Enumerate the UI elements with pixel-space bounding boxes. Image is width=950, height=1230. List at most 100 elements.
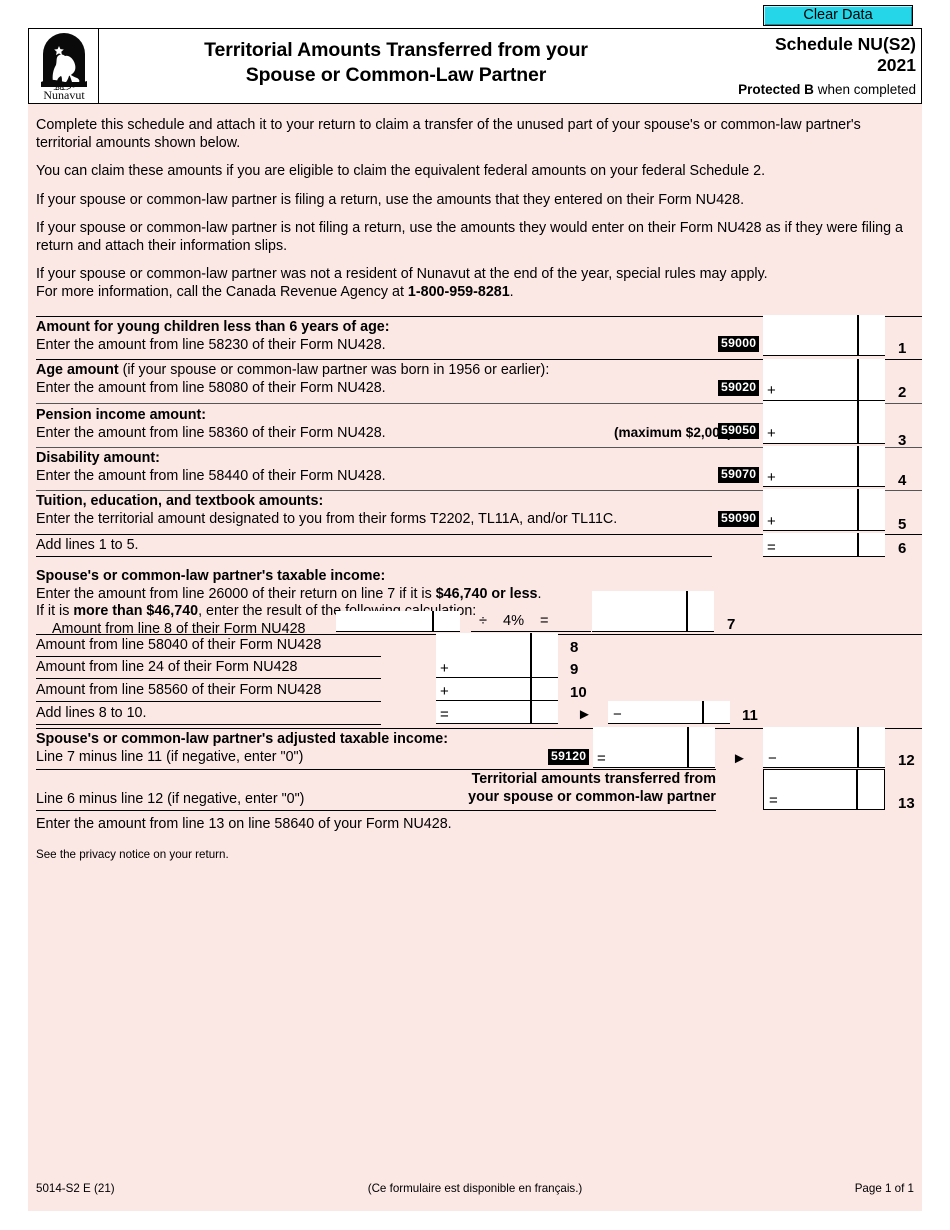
line-code-59090: 59090 [718, 511, 760, 527]
line-11-carry-arrow-icon: ► [577, 706, 592, 723]
line-11-carry-field[interactable] [608, 701, 730, 724]
line-5-amount-field[interactable] [763, 489, 885, 531]
line-3-amount-field[interactable] [763, 401, 885, 444]
line-2-amount-field[interactable] [763, 359, 885, 401]
line-12-amount-field[interactable] [593, 727, 715, 768]
clear-data-button[interactable]: Clear Data [763, 5, 913, 26]
line-4-amount-field[interactable] [763, 446, 885, 487]
line-1-number: 1 [898, 340, 907, 357]
intro-5-line2: For more information, call the Canada Re… [36, 283, 408, 300]
line-8-amount-field[interactable] [436, 633, 558, 656]
line-7-text-b-start: If it is [36, 603, 74, 619]
line-3-maximum-note: (maximum $2,000) [614, 425, 732, 440]
line-2-operator: + [767, 382, 776, 399]
schedule-info: Schedule NU(S2) 2021 Protected B when co… [693, 29, 921, 103]
line-5-number: 5 [898, 516, 907, 533]
line-7-rate: 4% [503, 613, 525, 629]
line-12-carry-field[interactable] [763, 727, 885, 768]
line-7-heading: Spouse's or common-law partner's taxable… [36, 568, 386, 584]
line-6-amount-field[interactable] [763, 533, 885, 557]
line-2-heading-bold: Age amount [36, 362, 119, 378]
form-line-7: Spouse's or common-law partner's taxable… [36, 560, 922, 637]
intro-paragraph-5: If your spouse or common-law partner was… [36, 266, 912, 301]
form-body: Amount for young children less than 6 ye… [28, 315, 922, 862]
privacy-notice: See the privacy notice on your return. [36, 847, 229, 861]
cents-divider [432, 611, 434, 631]
form-title-line-1: Territorial Amounts Transferred from you… [204, 39, 588, 61]
form-line-4: Disability amount: Enter the amount from… [36, 446, 922, 490]
line-7-text-a: Enter the amount from line 26000 of thei… [36, 586, 922, 604]
nunavut-crest-icon: ᓄᓇᕗᑦ Nunavut [41, 33, 87, 100]
line-10-operator: + [440, 683, 449, 700]
nunavut-logo: ᓄᓇᕗᑦ Nunavut [29, 29, 99, 103]
line-3-number: 3 [898, 432, 907, 449]
cents-divider [687, 727, 689, 767]
form-line-9: Amount from line 24 of their Form NU428 … [36, 655, 922, 680]
line-5-operator: + [767, 513, 776, 530]
cents-divider [857, 359, 859, 400]
form-line-13: Territorial amounts transferred from you… [36, 769, 922, 812]
line-7-text-a-end: . [537, 585, 542, 602]
form-line-1: Amount for young children less than 6 ye… [36, 315, 922, 359]
line-8-number: 8 [570, 639, 579, 656]
line-code-59120: 59120 [548, 749, 590, 765]
line-7-result-field[interactable] [592, 591, 714, 632]
cents-divider [530, 678, 532, 700]
line-10-amount-field[interactable] [436, 678, 558, 701]
form-line-6: Add lines 1 to 5. = 6 [36, 533, 922, 560]
line-3-operator: + [767, 425, 776, 442]
line-4-operator: + [767, 469, 776, 486]
line-13-amount-field[interactable] [763, 769, 885, 810]
cents-divider [530, 633, 532, 655]
line-13-transfer-label: Territorial amounts transferred from you… [366, 771, 716, 806]
line-10-underline [36, 701, 381, 702]
line-13-label-line-1: Territorial amounts transferred from [471, 771, 716, 787]
intro-paragraph-4: If your spouse or common-law partner is … [36, 220, 903, 254]
footer-page-number: Page 1 of 1 [854, 1182, 914, 1195]
toolbar: Clear Data [0, 5, 950, 26]
form-page: ᓄᓇᕗᑦ Nunavut Territorial Amounts Transfe… [28, 28, 922, 1211]
cents-divider [857, 727, 859, 767]
line-code-59050: 59050 [718, 423, 760, 439]
line-11-operator: = [440, 706, 449, 723]
closing-instruction: Enter the amount from line 13 on line 58… [36, 816, 452, 832]
line-code-59000: 59000 [718, 336, 760, 352]
line-13-label-line-2: your spouse or common-law partner [468, 788, 716, 805]
form-line-8: Amount from line 58040 of their Form NU4… [36, 633, 922, 657]
tax-year: 2021 [877, 55, 916, 75]
line-11-number: 11 [742, 707, 758, 724]
line-9-underline [36, 678, 381, 679]
cents-divider [530, 701, 532, 723]
line-6-operator: = [767, 539, 776, 556]
page-title: Territorial Amounts Transferred from you… [204, 38, 588, 88]
cents-divider [857, 401, 859, 443]
form-title-line-2: Spouse or Common-Law Partner [245, 64, 547, 86]
line-7-equals-symbol: = [540, 613, 549, 629]
line-13-operator: = [769, 792, 778, 809]
intro-paragraph-2: You can claim these amounts if you are e… [36, 163, 766, 179]
form-header: ᓄᓇᕗᑦ Nunavut Territorial Amounts Transfe… [28, 28, 922, 104]
instructions: Complete this schedule and attach it to … [28, 104, 922, 301]
protected-b-notice: Protected B when completed [738, 81, 916, 99]
intro-paragraph-3: If your spouse or common-law partner is … [36, 191, 745, 208]
line-2-heading-rest: (if your spouse or common-law partner wa… [118, 362, 550, 378]
line-11-underline [36, 724, 381, 725]
cents-divider [686, 591, 688, 631]
line-code-59070: 59070 [718, 467, 760, 483]
line-12-operator: = [597, 750, 606, 767]
cents-divider [530, 655, 532, 677]
line-9-amount-field[interactable] [436, 655, 558, 678]
line-1-amount-field[interactable] [763, 315, 885, 356]
form-line-11: Add lines 8 to 10. = ► − 11 [36, 701, 922, 728]
line-7-text-a-start: Enter the amount from line 26000 of thei… [36, 585, 436, 602]
line-11-amount-field[interactable] [436, 701, 558, 724]
line-2-number: 2 [898, 384, 907, 401]
line-4-number: 4 [898, 472, 907, 489]
line-7-line8-amount-field[interactable] [336, 611, 460, 632]
line-7-threshold-a: $46,740 or less [435, 585, 538, 602]
form-line-2: Age amount (if your spouse or common-law… [36, 359, 922, 403]
form-line-12: Spouse's or common-law partner's adjuste… [36, 727, 922, 770]
line-6-underline [36, 556, 712, 557]
svg-text:Nunavut: Nunavut [43, 88, 85, 100]
line-7-threshold-b: more than $46,740 [73, 603, 199, 619]
